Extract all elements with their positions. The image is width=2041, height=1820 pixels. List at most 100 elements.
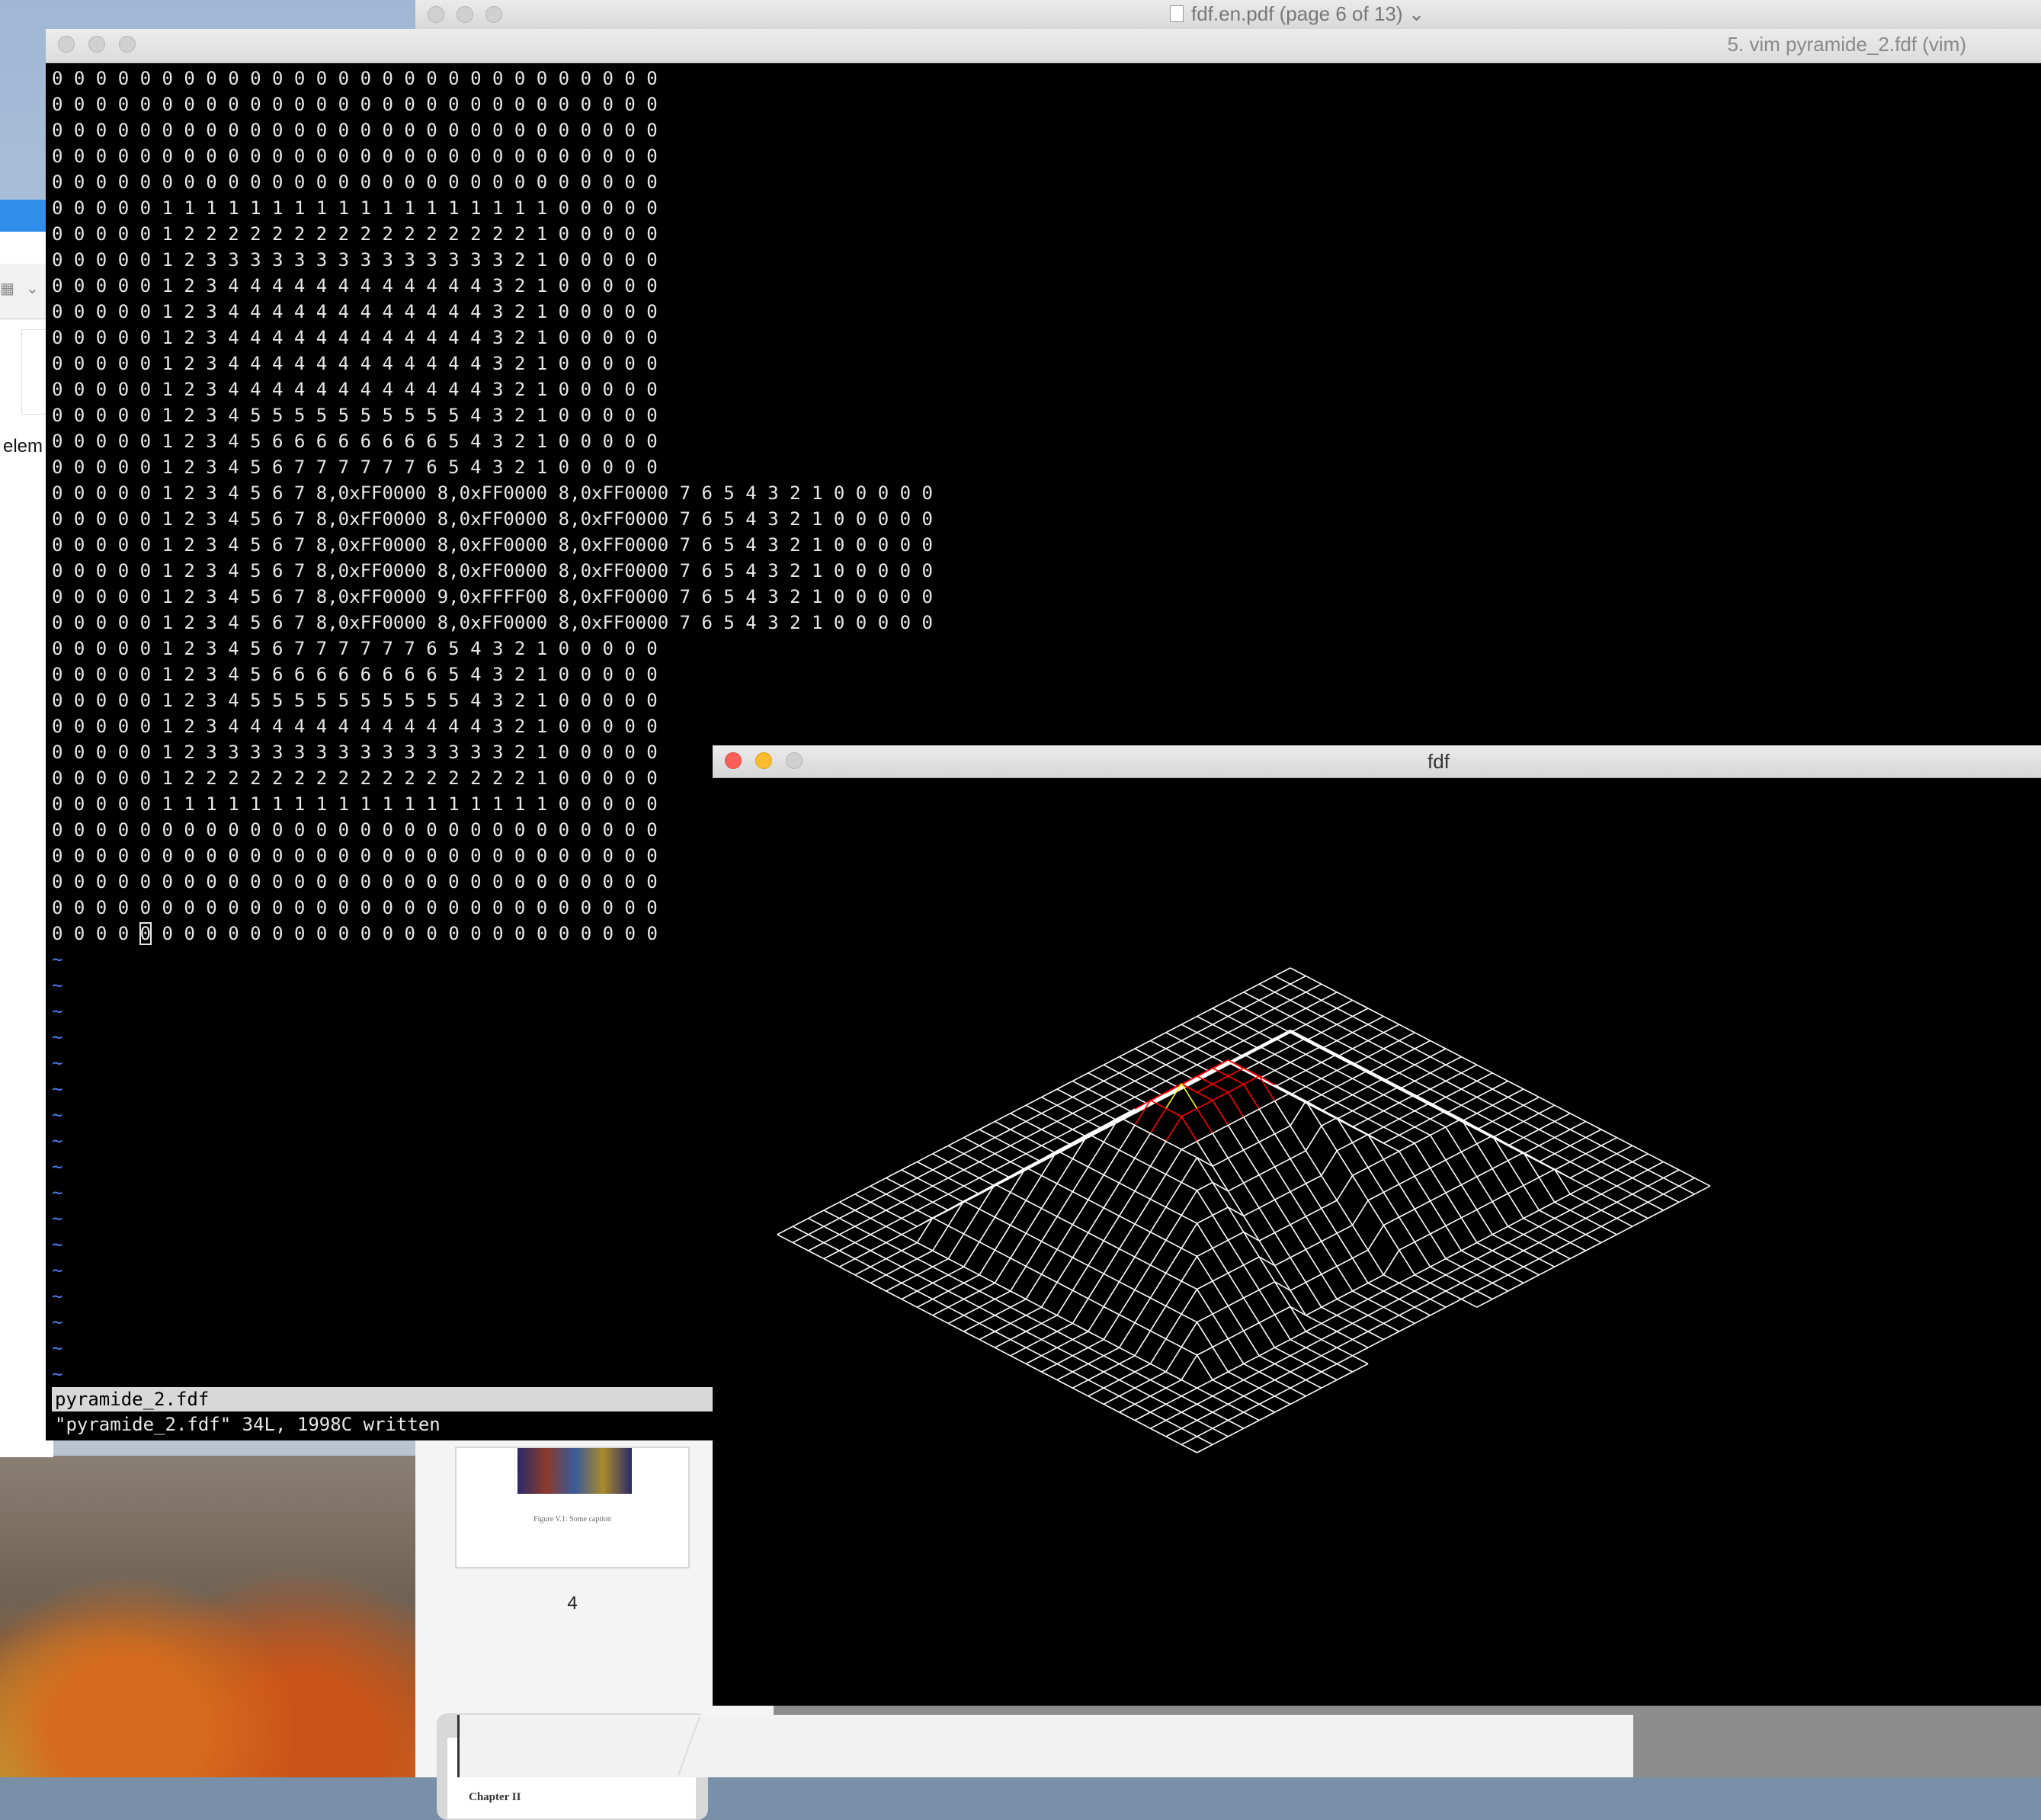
wireframe-edge [1025, 1331, 1042, 1341]
wireframe-edge [1274, 1053, 1291, 1063]
wireframe-edge [1306, 1347, 1322, 1357]
wireframe-edge [1306, 992, 1322, 1001]
wireframe-edge [1088, 1395, 1104, 1405]
wireframe-edge [917, 1266, 934, 1276]
wireframe-edge [792, 1242, 809, 1251]
wireframe-edge [1430, 1056, 1447, 1065]
wireframe-edge [1134, 1124, 1151, 1134]
wireframe-edge [1445, 1184, 1462, 1194]
wireframe-edge [932, 1169, 949, 1179]
wireframe-edge [808, 1210, 825, 1219]
wireframe-edge [1508, 1274, 1524, 1284]
wireframe-edge [1336, 1150, 1354, 1176]
wireframe-edge [1554, 1145, 1571, 1155]
wireframe-edge [1399, 1290, 1415, 1300]
wireframe-edge [1383, 1032, 1400, 1042]
wireframe-edge [1383, 1216, 1400, 1226]
wireframe-edge [1165, 1215, 1182, 1241]
wireframe-edge [1258, 1347, 1275, 1357]
grid-view-icon[interactable]: ▦ [0, 279, 14, 298]
wireframe-edge [1243, 1264, 1260, 1290]
wireframe-edge [886, 1242, 902, 1251]
wireframe-edge [1476, 1274, 1493, 1284]
wireframe-edge [1306, 1387, 1322, 1397]
wireframe-edge [1088, 1232, 1104, 1242]
wireframe-edge [1569, 1113, 1586, 1123]
pdf-titlebar[interactable]: fdf.en.pdf (page 6 of 13) ⌄ [415, 0, 2041, 30]
wireframe-edge [1383, 1282, 1400, 1292]
wireframe-edge [1383, 1015, 1400, 1025]
wireframe-edge [1088, 1166, 1104, 1176]
wireframe-edge [1290, 1371, 1306, 1381]
wireframe-edge [1399, 1216, 1415, 1243]
desktop-wallpaper-landscape [0, 1456, 427, 1777]
wireframe-edge [1150, 1040, 1167, 1049]
wireframe-edge [1103, 1056, 1120, 1065]
wireframe-edge [1010, 1315, 1027, 1325]
wireframe-edge [1306, 1338, 1322, 1348]
wireframe-edge [839, 1210, 856, 1219]
wireframe-edge [823, 1250, 840, 1260]
wireframe-edge [1352, 1338, 1369, 1348]
wireframe-edge [1414, 1118, 1431, 1128]
wireframe-edge [1088, 1355, 1104, 1365]
wireframe-edge [1399, 1056, 1415, 1065]
wireframe-edge [979, 1136, 995, 1146]
zoom-button[interactable] [485, 6, 502, 23]
wireframe-edge [1383, 1274, 1400, 1284]
wireframe-edge [932, 1315, 949, 1325]
zoom-button[interactable] [119, 36, 136, 53]
wireframe-edge [1165, 1056, 1182, 1065]
wireframe-edge [917, 1274, 934, 1284]
minimize-button[interactable] [457, 6, 473, 23]
wireframe-edge [1243, 1032, 1260, 1042]
wireframe-edge [1352, 1347, 1369, 1357]
wireframe-edge [1647, 1153, 1664, 1163]
wireframe-edge [1336, 1078, 1353, 1088]
wireframe-edge [1197, 1008, 1213, 1017]
minimize-button[interactable] [88, 36, 105, 53]
wireframe-edge [963, 1331, 980, 1341]
wireframe-edge [947, 1185, 964, 1195]
wireframe-edge [1165, 1272, 1182, 1282]
wireframe-edge [1429, 1134, 1447, 1161]
wireframe-edge [1461, 1088, 1478, 1098]
wireframe-edge [1119, 1347, 1136, 1357]
pdf-window-title[interactable]: fdf.en.pdf (page 6 of 13) ⌄ [1170, 2, 1425, 26]
wireframe-edge [1321, 1331, 1338, 1341]
vim-line: 0 0 0 0 0 1 2 3 4 5 6 7 7 7 7 7 7 6 5 4 … [52, 457, 658, 478]
wireframe-edge [1351, 1225, 1369, 1251]
wireframe-edge [1165, 1032, 1182, 1042]
wireframe-edge [1352, 1078, 1369, 1088]
wireframe-edge [1523, 1234, 1540, 1244]
wireframe-edge [1243, 1322, 1260, 1331]
wireframe-edge [1414, 1200, 1431, 1210]
wireframe-edge [870, 1274, 886, 1284]
wireframe-edge [1290, 1008, 1306, 1017]
wireframe-edge [1461, 1290, 1478, 1300]
wireframe-edge [1461, 1143, 1478, 1153]
fdf-window[interactable]: fdf [713, 745, 2041, 1706]
wireframe-edge [1321, 1338, 1338, 1348]
wireframe-edge [1010, 1338, 1027, 1348]
wireframe-edge [1461, 1072, 1478, 1082]
page-thumbnail[interactable]: Figure V.1: Some caption [455, 1447, 690, 1568]
wireframe-edge [1010, 1258, 1027, 1267]
close-button[interactable] [58, 36, 75, 53]
wireframe-edge [1197, 1444, 1213, 1453]
wireframe-edge [1492, 1250, 1508, 1260]
fdf-titlebar[interactable]: fdf [713, 745, 2041, 778]
close-button[interactable] [428, 6, 444, 23]
wireframe-edge [1243, 1174, 1260, 1184]
chevron-down-icon[interactable]: ⌄ [1408, 2, 1425, 25]
wireframe-edge [870, 1201, 886, 1211]
wireframe-edge [1196, 1255, 1213, 1282]
wireframe-edge [1554, 1258, 1571, 1267]
chevron-down-icon[interactable]: ⌄ [26, 279, 39, 298]
wireframe-edge [1041, 1096, 1058, 1106]
wireframe-edge [1321, 999, 1338, 1009]
wireframe-edge [792, 1217, 809, 1227]
wireframe-edge [1507, 1193, 1524, 1219]
wireframe-edge [1040, 1248, 1058, 1275]
terminal-titlebar[interactable]: 5. vim pyramide_2.fdf (vim) [46, 29, 2041, 63]
